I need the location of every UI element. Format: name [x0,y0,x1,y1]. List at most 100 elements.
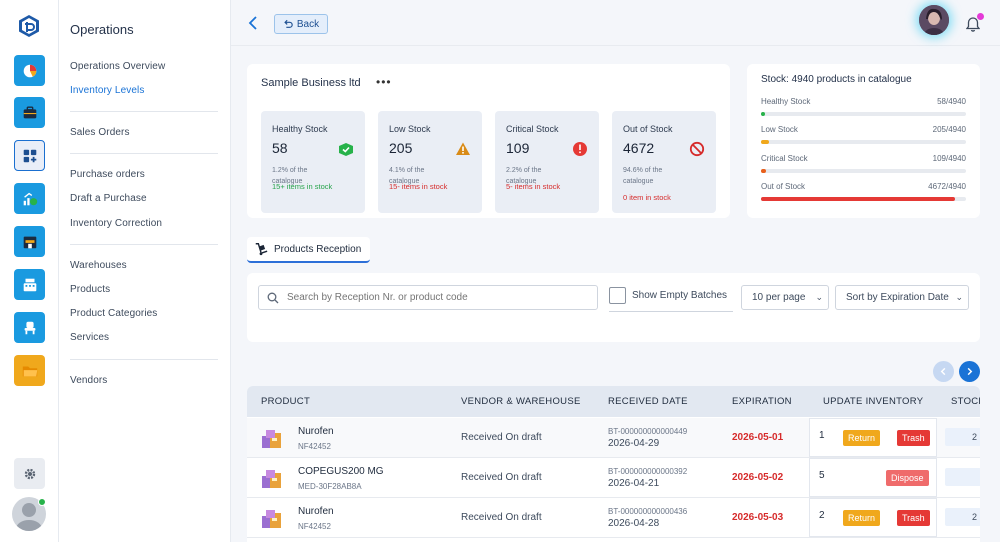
stock-title: Stock: 4940 products in catalogue [761,74,912,85]
more-options-button[interactable]: ••• [376,75,392,89]
show-empty-batches-checkbox[interactable] [609,287,626,304]
received-date: 2026-04-21 [608,478,660,489]
chevron-down-icon: ⌄ [955,292,963,302]
stock-bar-value: 58/4940 [937,97,966,106]
product-name[interactable]: Nurofen [298,506,334,517]
stat-title: Out of Stock [623,124,673,134]
column-header-stock[interactable]: STOCK [951,396,980,407]
rail-business-button[interactable] [14,97,45,128]
submenu-item-draft-purchase[interactable]: Draft a Purchase [70,193,147,204]
product-name[interactable]: COPEGUS200 MG [298,466,384,477]
submenu-item-sales-orders[interactable]: Sales Orders [70,127,130,138]
business-name: Sample Business ltd [261,77,361,89]
update-inventory-cell: 2 Return Trash [809,498,937,537]
product-name[interactable]: Nurofen [298,426,334,437]
stat-foot: 15+ items in stock [272,182,333,191]
rail-assets-button[interactable] [14,312,45,343]
trash-button[interactable]: Trash [897,510,930,526]
dispose-button[interactable]: Dispose [886,470,929,486]
stat-card-out[interactable]: Out of Stock 4672 94.6% of the catalogue… [612,111,716,213]
submenu-divider [70,111,218,112]
stat-card-low[interactable]: Low Stock 205 4.1% of the catalogue 15- … [378,111,482,213]
column-header-vendor[interactable]: VENDOR & WAREHOUSE [461,396,581,407]
stock-bar-track [761,197,966,201]
back-button[interactable]: Back [274,14,328,34]
checkbox-underline [609,311,733,312]
trash-button[interactable]: Trash [897,430,930,446]
stat-card-healthy[interactable]: Healthy Stock 58 1.2% of the catalogue 1… [261,111,365,213]
submenu-item-inventory-correction[interactable]: Inventory Correction [70,218,162,229]
vendor-warehouse: Received On draft [461,472,542,483]
quantity-input[interactable]: 5 [819,470,825,481]
store-icon [23,236,36,248]
stat-title: Healthy Stock [272,124,328,134]
submenu-item-services[interactable]: Services [70,332,109,343]
stock-bar-track [761,169,966,173]
chevron-down-icon: ⌄ [815,292,823,302]
return-button[interactable]: Return [843,510,881,526]
stock-bar-track [761,140,966,144]
settings-icon [24,468,35,479]
table-row[interactable]: Nurofen NF42452 Received On draft BT-000… [247,418,980,458]
column-header-product[interactable]: PRODUCT [261,396,310,407]
return-button[interactable]: Return [843,430,881,446]
submenu-title: Operations [70,22,134,37]
stock-bar-value: 4672/4940 [928,182,966,191]
column-header-expiration[interactable]: EXPIRATION [732,396,792,407]
filter-bar: Show Empty Batches 10 per page ⌄ Sort by… [247,273,980,342]
submenu-item-product-categories[interactable]: Product Categories [70,308,157,319]
quantity-input[interactable]: 2 [819,510,825,521]
submenu-item-operations-overview[interactable]: Operations Overview [70,61,165,72]
stock-breakdown-card: Stock: 4940 products in catalogue Health… [747,64,980,218]
per-page-select[interactable]: 10 per page ⌄ [741,285,829,310]
rail-finance-button[interactable] [14,183,45,214]
submenu-divider [70,153,218,154]
rail-dashboard-button[interactable] [14,55,45,86]
profile-avatar[interactable] [919,5,949,35]
next-page-button[interactable] [959,361,980,382]
table-row[interactable]: COPEGUS200 MG MED-30F28AB8A Received On … [247,458,980,498]
sort-select[interactable]: Sort by Expiration Date ⌄ [835,285,969,310]
settings-button[interactable] [14,458,45,489]
box-check-icon [339,143,353,156]
stock-bar-fill [761,169,766,173]
chair-icon [24,321,35,334]
chevron-left-icon [940,367,946,376]
batch-number: BT-000000000000436 [608,507,688,516]
stat-card-critical[interactable]: Critical Stock 109 2.2% of the catalogue… [495,111,599,213]
notification-badge [977,13,984,20]
rail-pos-button[interactable] [14,269,45,300]
expiration-date: 2026-05-02 [732,472,784,483]
submenu-item-warehouses[interactable]: Warehouses [70,260,127,271]
submenu-item-products[interactable]: Products [70,284,110,295]
submenu-divider [70,244,218,245]
business-summary-card: Sample Business ltd ••• Healthy Stock 58… [247,64,730,218]
stock-bar-label: Healthy Stock [761,97,811,106]
update-inventory-cell: 5 Dispose [809,458,937,497]
column-header-received[interactable]: RECEIVED DATE [608,396,688,407]
stock-bar-label: Out of Stock [761,182,806,191]
product-code: NF42452 [298,522,331,531]
rail-documents-button[interactable] [14,355,45,386]
table-row[interactable]: Nurofen NF42452 Received On draft BT-000… [247,498,980,538]
submenu-item-vendors[interactable]: Vendors [70,375,107,386]
tab-products-reception[interactable]: Products Reception [247,237,370,263]
stock-bar-label: Low Stock [761,125,798,134]
chevron-left-icon[interactable] [247,15,259,31]
submenu-item-inventory-levels[interactable]: Inventory Levels [70,85,144,96]
stock-value: 2 [945,508,980,526]
search-input[interactable] [258,285,598,310]
vendor-warehouse: Received On draft [461,432,542,443]
stat-foot: 0 item in stock [623,193,671,202]
submenu-item-purchase-orders[interactable]: Purchase orders [70,169,145,180]
product-boxes-icon [262,510,281,528]
no-entry-icon [689,141,705,157]
sort-value: Sort by Expiration Date [846,292,949,303]
quantity-input[interactable]: 1 [819,430,825,441]
stock-bar-value: 109/4940 [932,154,966,163]
prev-page-button[interactable] [933,361,954,382]
rail-inventory-button[interactable] [14,140,45,171]
logo-icon[interactable] [17,14,41,38]
rail-store-button[interactable] [14,226,45,257]
received-date: 2026-04-28 [608,518,660,529]
